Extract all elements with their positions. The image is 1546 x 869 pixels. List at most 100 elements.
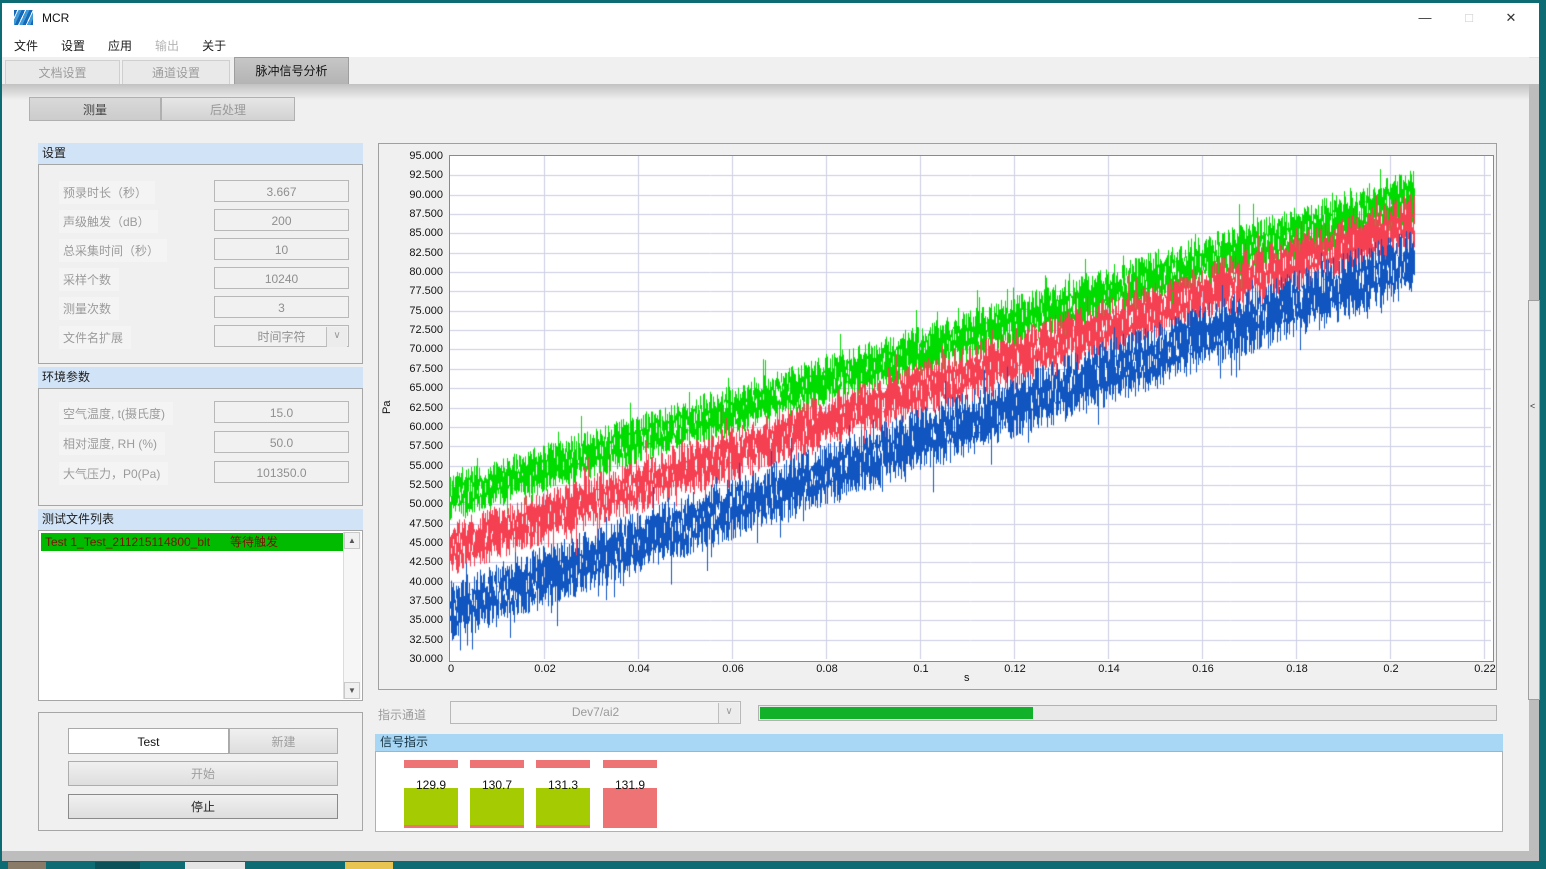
test-file-status: 等待触发 — [230, 535, 278, 549]
indicator-channel-dropdown: Dev7/ai2 ∨ — [450, 701, 741, 724]
channel-level-value: 129.9 — [396, 778, 466, 792]
field-input-声级触发（dB）: 200 — [214, 209, 349, 231]
measure-mode-button[interactable]: 测量 — [29, 97, 161, 121]
field-label-总采集时间（秒）: 总采集时间（秒） — [59, 239, 167, 262]
field-label-相对湿度, RH (%): 相对湿度, RH (%) — [59, 432, 165, 455]
menu-bar: 文件设置应用输出关于 — [2, 33, 1539, 58]
side-panel-handle[interactable]: < — [1528, 300, 1540, 700]
minimize-button[interactable]: — — [1403, 3, 1447, 33]
x-tick-label: 0.2 — [1366, 663, 1416, 675]
y-tick-label: 42.500 — [383, 556, 443, 568]
tab-通道设置: 通道设置 — [122, 60, 230, 84]
plot-area — [449, 155, 1494, 662]
signal-channel-3: 131.3 — [536, 752, 590, 833]
field-input-相对湿度, RH (%): 50.0 — [214, 431, 349, 453]
run-controls-group: Test 新建 开始 停止 — [38, 712, 363, 831]
test-name-input[interactable]: Test — [68, 728, 229, 754]
test-file-name: Test 1_Test_211215114800_blt — [45, 535, 210, 549]
maximize-button: □ — [1447, 3, 1491, 33]
indicator-channel-label: 指示通道 — [378, 706, 426, 723]
tab-strip: 文档设置通道设置脉冲信号分析 — [2, 57, 1529, 84]
postprocess-mode-button: 后处理 — [161, 97, 295, 121]
desktop-icon-fragment — [8, 862, 46, 869]
y-tick-label: 55.000 — [383, 460, 443, 472]
close-button[interactable]: ✕ — [1489, 3, 1533, 33]
y-tick-label: 32.500 — [383, 634, 443, 646]
y-tick-label: 60.000 — [383, 421, 443, 433]
y-tick-label: 85.000 — [383, 227, 443, 239]
field-input-大气压力，P0(Pa): 101350.0 — [214, 461, 349, 483]
signal-panel-title: 信号指示 — [375, 734, 1503, 751]
y-tick-label: 52.500 — [383, 479, 443, 491]
title-bar: MCR — □ ✕ — [2, 3, 1539, 33]
channel-level-fill — [404, 788, 458, 825]
desktop-icon-fragment — [95, 862, 140, 869]
settings-group-body: 预录时长（秒）3.667声级触发（dB）200总采集时间（秒）10采样个数102… — [38, 164, 363, 364]
settings-group: 设置 预录时长（秒）3.667声级触发（dB）200总采集时间（秒）10采样个数… — [38, 143, 363, 364]
x-tick-label: 0.1 — [896, 663, 946, 675]
field-input-空气温度, t(摄氏度): 15.0 — [214, 401, 349, 423]
stop-button[interactable]: 停止 — [68, 794, 338, 819]
x-axis-label: s — [964, 672, 970, 684]
y-tick-label: 62.500 — [383, 402, 443, 414]
channel-level-block — [470, 788, 524, 828]
environment-group-body: 空气温度, t(摄氏度)15.0相对湿度, RH (%)50.0大气压力，P0(… — [38, 388, 363, 506]
list-item[interactable]: Test 1_Test_211215114800_blt 等待触发 — [41, 533, 343, 551]
menu-item-文件[interactable]: 文件 — [3, 33, 49, 57]
screen: MCR — □ ✕ 文件设置应用输出关于 文档设置通道设置脉冲信号分析 测量 后… — [0, 0, 1546, 869]
test-file-list: Test 1_Test_211215114800_blt 等待触发 ▲ ▼ — [38, 530, 363, 701]
x-tick-label: 0.14 — [1084, 663, 1134, 675]
start-button: 开始 — [68, 761, 338, 786]
list-scrollbar[interactable]: ▲ ▼ — [343, 532, 361, 699]
y-tick-label: 82.500 — [383, 247, 443, 259]
signal-channel-1: 129.9 — [404, 752, 458, 833]
channel-peak-bar — [404, 760, 458, 768]
window-title: MCR — [42, 11, 69, 25]
chevron-down-icon: ∨ — [718, 703, 739, 723]
scroll-up-arrow-icon[interactable]: ▲ — [344, 532, 360, 549]
channel-level-value: 131.9 — [595, 778, 665, 792]
field-input-文件名扩展: 时间字符∨ — [214, 325, 349, 347]
channel-peak-bar — [470, 760, 524, 768]
x-tick-label: 0.02 — [520, 663, 570, 675]
y-tick-label: 87.500 — [383, 208, 443, 220]
x-tick-label: 0.22 — [1460, 663, 1510, 675]
x-tick-label: 0.12 — [990, 663, 1040, 675]
y-tick-label: 70.000 — [383, 343, 443, 355]
file-list-group: 测试文件列表 Test 1_Test_211215114800_blt 等待触发 … — [38, 509, 363, 701]
menu-item-设置[interactable]: 设置 — [50, 33, 96, 57]
menu-item-输出: 输出 — [144, 33, 190, 57]
x-tick-label: 0.06 — [708, 663, 758, 675]
y-tick-label: 45.000 — [383, 537, 443, 549]
y-tick-label: 92.500 — [383, 169, 443, 181]
scroll-down-arrow-icon[interactable]: ▼ — [344, 682, 360, 699]
environment-group: 环境参数 空气温度, t(摄氏度)15.0相对湿度, RH (%)50.0大气压… — [38, 367, 363, 506]
field-input-预录时长（秒）: 3.667 — [214, 180, 349, 202]
x-tick-label: 0 — [426, 663, 476, 675]
y-tick-label: 37.500 — [383, 595, 443, 607]
window-bottom-frame — [2, 851, 1539, 861]
field-label-空气温度, t(摄氏度): 空气温度, t(摄氏度) — [59, 402, 173, 425]
x-tick-label: 0.04 — [614, 663, 664, 675]
tab-脉冲信号分析[interactable]: 脉冲信号分析 — [234, 57, 349, 84]
x-tick-label: 0.16 — [1178, 663, 1228, 675]
field-label-文件名扩展: 文件名扩展 — [59, 326, 131, 349]
field-input-总采集时间（秒）: 10 — [214, 238, 349, 260]
acquisition-progress-bar — [758, 705, 1497, 721]
desktop-icon-fragment — [345, 862, 393, 869]
y-tick-label: 67.500 — [383, 363, 443, 375]
channel-level-block — [603, 788, 657, 828]
indicator-channel-value: Dev7/ai2 — [572, 705, 619, 719]
environment-group-title: 环境参数 — [38, 367, 363, 388]
chevron-left-icon: < — [1530, 401, 1535, 411]
field-input-测量次数: 3 — [214, 296, 349, 318]
menu-item-关于[interactable]: 关于 — [191, 33, 237, 57]
channel-level-block — [536, 788, 590, 828]
channel-peak-bar — [603, 760, 657, 768]
y-tick-label: 40.000 — [383, 576, 443, 588]
tab-文档设置: 文档设置 — [5, 60, 120, 84]
y-tick-label: 65.000 — [383, 382, 443, 394]
menu-item-应用[interactable]: 应用 — [97, 33, 143, 57]
file-list-group-title: 测试文件列表 — [38, 509, 363, 530]
x-tick-label: 0.18 — [1272, 663, 1322, 675]
